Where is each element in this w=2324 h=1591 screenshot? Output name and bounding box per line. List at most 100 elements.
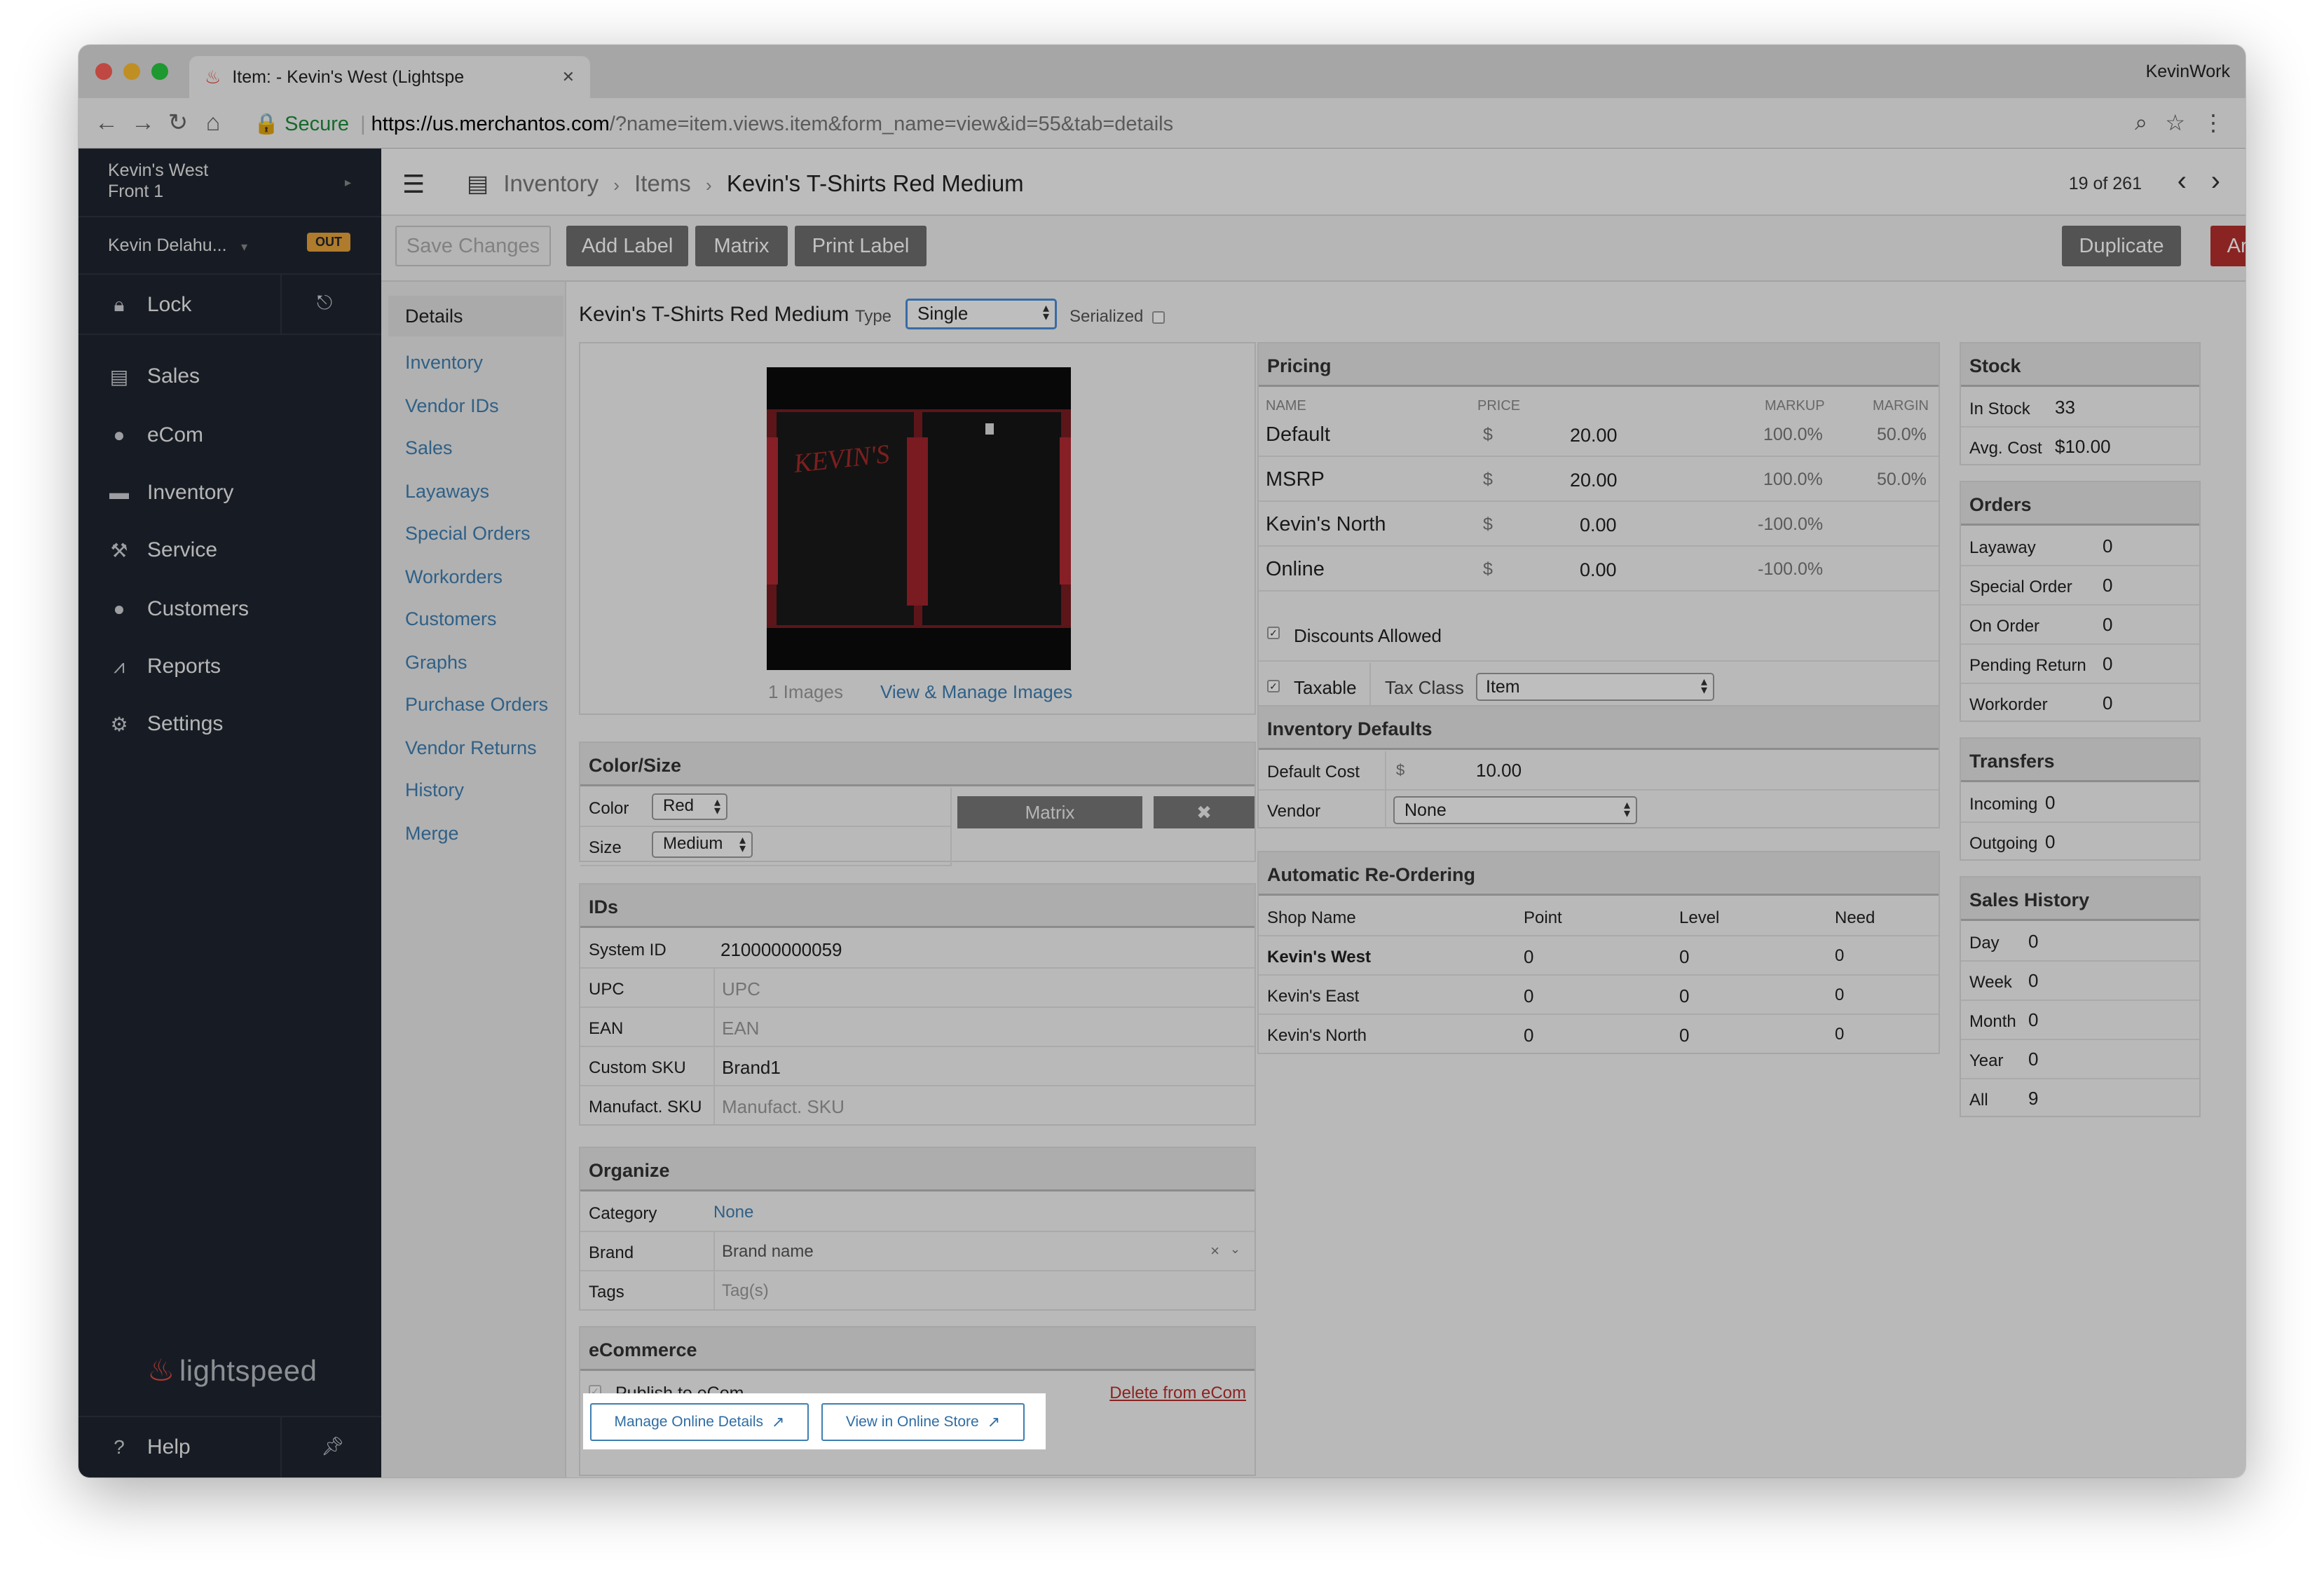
chevron-down-icon[interactable]: ⌄	[1230, 1242, 1240, 1257]
tab-purchase-orders[interactable]: Purchase Orders	[405, 694, 548, 716]
tags-input[interactable]: Tag(s)	[713, 1271, 1256, 1309]
brand-select[interactable]: Brand name	[713, 1232, 1256, 1270]
tab-layaways[interactable]: Layaways	[405, 481, 489, 503]
custom-sku-input[interactable]: Brand1	[713, 1047, 1256, 1085]
price-input[interactable]: 20.00	[1570, 470, 1618, 491]
tab-merge[interactable]: Merge	[405, 823, 459, 845]
sidebar-item-sales[interactable]: ▤ Sales	[78, 352, 381, 401]
home-icon[interactable]: ⌂	[199, 111, 227, 135]
tab-customers[interactable]: Customers	[405, 608, 497, 630]
close-window-button[interactable]	[95, 63, 112, 80]
discounts-checkbox[interactable]: ✓	[1267, 627, 1280, 639]
breadcrumb-inventory[interactable]: Inventory	[503, 170, 599, 196]
level-input[interactable]: 0	[1679, 946, 1689, 968]
maximize-window-button[interactable]	[151, 63, 168, 80]
tab-inventory[interactable]: Inventory	[405, 352, 483, 374]
margin-value[interactable]: 50.0%	[1877, 425, 1927, 445]
tab-vendor-returns[interactable]: Vendor Returns	[405, 737, 537, 759]
sidebar-item-ecom[interactable]: ● eCom	[78, 411, 381, 460]
sidebar-item-customers[interactable]: ● Customers	[78, 585, 381, 634]
pin-icon[interactable]: 📌︎	[321, 1435, 344, 1457]
previous-item-icon[interactable]: ‹	[2178, 165, 2187, 197]
close-tab-icon[interactable]: ✕	[562, 68, 575, 86]
serialized-checkbox[interactable]	[1152, 310, 1166, 324]
manufact-sku-input[interactable]: Manufact. SKU	[713, 1086, 1256, 1124]
delete-from-ecom-link[interactable]: Delete from eCom	[1109, 1384, 1246, 1403]
price-input[interactable]: 0.00	[1580, 559, 1617, 581]
tab-vendor-ids[interactable]: Vendor IDs	[405, 395, 499, 417]
help-button[interactable]: ? Help	[78, 1423, 280, 1472]
type-select[interactable]: Single ▴ ▾	[905, 299, 1057, 329]
view-in-online-store-button[interactable]: View in Online Store ↗	[821, 1403, 1025, 1441]
forward-icon[interactable]: →	[129, 111, 157, 135]
save-changes-button[interactable]: Save Changes	[395, 226, 551, 266]
profile-name[interactable]: KevinWork	[2146, 62, 2230, 82]
logout-icon[interactable]: ⎋	[317, 292, 332, 315]
sidebar-item-service[interactable]: ⚒ Service	[78, 526, 381, 575]
point-input[interactable]: 0	[1524, 946, 1533, 968]
markup-value[interactable]: 100.0%	[1763, 470, 1823, 490]
duplicate-button[interactable]: Duplicate	[2062, 226, 2181, 266]
tab-graphs[interactable]: Graphs	[405, 652, 467, 674]
minimize-window-button[interactable]	[123, 63, 140, 80]
sidebar-item-inventory[interactable]: ▬ Inventory	[78, 468, 381, 517]
markup-value[interactable]: -100.0%	[1758, 559, 1823, 580]
lock-button[interactable]: 🔒︎ Lock	[78, 280, 280, 329]
sidebar-item-reports[interactable]: ⩘ Reports	[78, 642, 381, 691]
point-input[interactable]: 0	[1524, 1025, 1533, 1046]
tab-special-orders[interactable]: Special Orders	[405, 523, 531, 545]
tab-history[interactable]: History	[405, 779, 464, 801]
tax-class-value: Item	[1486, 677, 1520, 697]
margin-value[interactable]: 50.0%	[1877, 470, 1927, 490]
url-secure-label: Secure	[285, 113, 350, 135]
hamburger-menu-icon[interactable]: ☰	[402, 170, 425, 199]
url-field[interactable]: 🔒 Secure | https://us.merchantos.com/?nam…	[254, 112, 1173, 136]
markup-value[interactable]: -100.0%	[1758, 514, 1823, 535]
upc-input[interactable]: UPC	[713, 969, 1256, 1006]
color-select[interactable]: Red ▴ ▾	[652, 793, 727, 820]
ean-input[interactable]: EAN	[713, 1008, 1256, 1046]
sidebar-item-settings[interactable]: ⚙ Settings	[78, 699, 381, 749]
item-image[interactable]: KEVIN'S	[767, 367, 1071, 670]
external-link-icon: ↗	[772, 1413, 785, 1430]
system-id-value: 210000000059	[720, 939, 842, 960]
matrix-button[interactable]: Matrix	[695, 226, 788, 266]
matrix-link-button[interactable]: Matrix	[957, 796, 1142, 828]
remove-matrix-button[interactable]: ✖	[1154, 796, 1255, 828]
back-icon[interactable]: ←	[93, 111, 121, 135]
size-select[interactable]: Medium ▴ ▾	[652, 831, 753, 858]
tab-workorders[interactable]: Workorders	[405, 566, 503, 588]
divider	[280, 275, 282, 334]
next-item-icon[interactable]: ›	[2211, 165, 2220, 197]
browser-menu-icon[interactable]: ⋮	[2202, 109, 2224, 136]
default-cost-input[interactable]: 10.00	[1476, 760, 1522, 781]
print-label-button[interactable]: Print Label	[795, 226, 927, 266]
chart-icon: ⩘	[114, 655, 125, 677]
status-badge[interactable]: OUT	[307, 233, 350, 252]
taxable-checkbox[interactable]: ✓	[1267, 680, 1280, 692]
clear-icon[interactable]: ×	[1210, 1242, 1219, 1260]
browser-tab[interactable]: ♨ Item: - Kevin's West (Lightspe ✕	[189, 56, 590, 98]
store-selector[interactable]: Kevin's West Front 1	[108, 160, 208, 202]
tab-details[interactable]: Details	[388, 296, 563, 336]
manage-images-link[interactable]: View & Manage Images	[880, 681, 1072, 703]
month-label: Month	[1969, 1012, 2016, 1031]
zoom-icon[interactable]: ⌕	[2135, 109, 2147, 136]
manage-online-details-button[interactable]: Manage Online Details ↗	[590, 1403, 809, 1441]
user-menu[interactable]: Kevin Delahu...	[108, 235, 227, 256]
level-input[interactable]: 0	[1679, 985, 1689, 1007]
price-input[interactable]: 20.00	[1570, 425, 1618, 446]
reload-icon[interactable]: ↻	[164, 111, 192, 135]
level-input[interactable]: 0	[1679, 1025, 1689, 1046]
tax-class-select[interactable]: Item ▴ ▾	[1476, 673, 1714, 701]
breadcrumb-items[interactable]: Items	[634, 170, 691, 196]
tab-sales[interactable]: Sales	[405, 437, 453, 459]
archive-button[interactable]: Archive	[2210, 226, 2246, 266]
category-link[interactable]: None	[706, 1193, 760, 1231]
add-label-button[interactable]: Add Label	[566, 226, 688, 266]
price-input[interactable]: 0.00	[1580, 514, 1617, 536]
vendor-select[interactable]: None ▴ ▾	[1393, 796, 1637, 824]
bookmark-star-icon[interactable]: ☆	[2165, 109, 2185, 136]
markup-value[interactable]: 100.0%	[1763, 425, 1823, 445]
point-input[interactable]: 0	[1524, 985, 1533, 1007]
